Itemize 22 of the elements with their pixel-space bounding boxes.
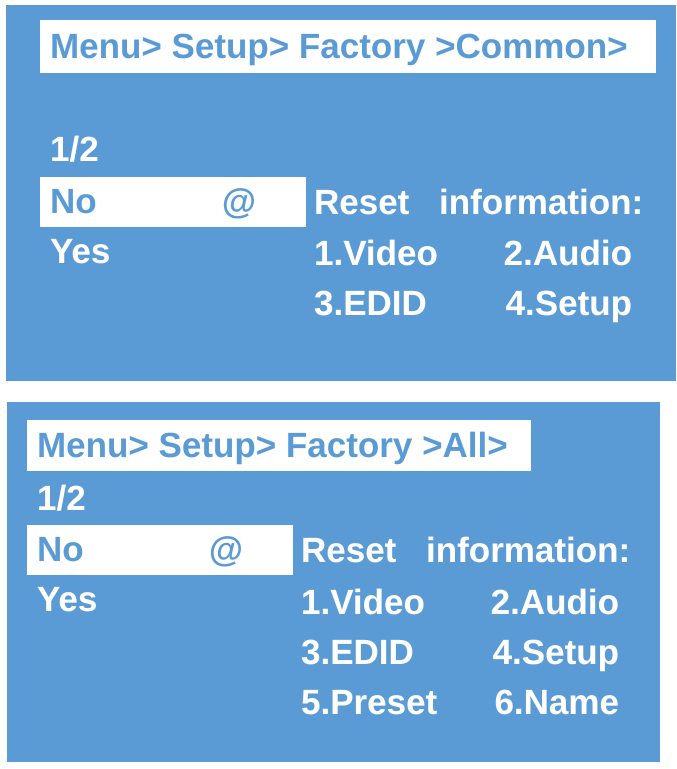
reset-item: 4.Setup [506, 283, 632, 325]
breadcrumb-bar: Menu> Setup> Factory >Common> [40, 20, 656, 73]
page-indicator: 1/2 [49, 129, 99, 171]
cursor-marker: @ [208, 529, 243, 571]
page-indicator: 1/2 [36, 478, 86, 520]
reset-info-heading: Reset information: [314, 182, 644, 224]
cursor-marker: @ [222, 180, 256, 222]
reset-item: 3.EDID [301, 632, 415, 674]
reset-item: 5.Preset [301, 682, 438, 724]
reset-item: 3.EDID [314, 283, 428, 325]
reset-item: 2.Audio [504, 233, 632, 275]
menu-option[interactable]: Yes [40, 226, 306, 276]
menu-option[interactable]: No @ [40, 176, 306, 226]
reset-item: 6.Name [494, 682, 619, 724]
breadcrumb-bar: Menu> Setup> Factory >All> [27, 420, 531, 471]
menu-option[interactable]: Yes [27, 575, 293, 625]
menu-option[interactable]: No @ [27, 525, 293, 575]
reset-info-heading: Reset information: [301, 530, 630, 572]
reset-item: 2.Audio [490, 582, 619, 624]
reset-item: 1.Video [314, 233, 438, 275]
reset-item: 4.Setup [492, 632, 619, 674]
reset-item: 1.Video [301, 582, 426, 624]
